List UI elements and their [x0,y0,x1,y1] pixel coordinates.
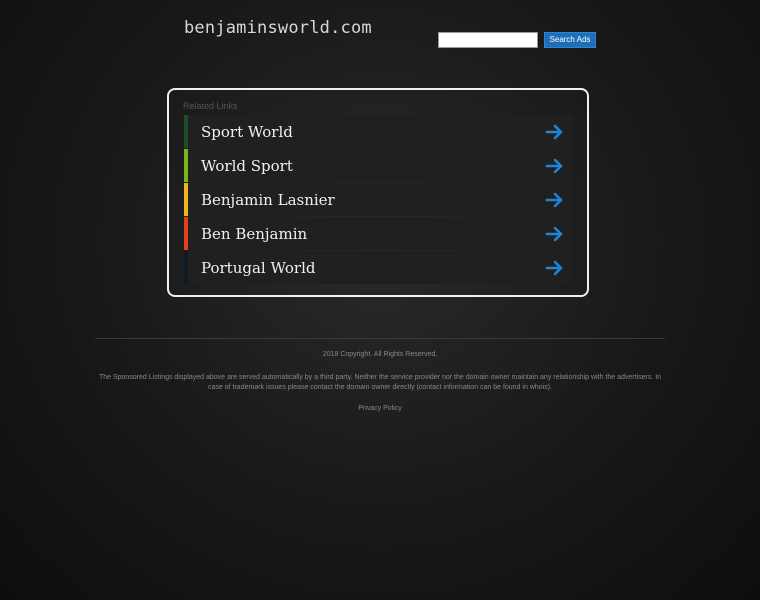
color-bar [184,217,188,250]
arrow-right-icon [545,260,563,276]
arrow-right-icon [545,124,563,140]
color-bar [184,183,188,216]
link-item-ben-benjamin[interactable]: Ben Benjamin [184,217,572,250]
link-label: Sport World [201,122,293,141]
color-bar [184,115,188,148]
domain-title: benjaminsworld.com [184,18,372,38]
link-label: Portugal World [201,258,316,277]
related-links-list: Sport World World Sport Benjamin Lasnier… [184,115,572,285]
related-links-heading: Related Links [183,101,238,111]
search-input[interactable] [438,32,538,48]
arrow-right-icon [545,226,563,242]
arrow-right-icon [545,158,563,174]
color-bar [184,149,188,182]
link-item-portugal-world[interactable]: Portugal World [184,251,572,284]
privacy-policy-link[interactable]: Privacy Policy [0,405,760,412]
link-item-sport-world[interactable]: Sport World [184,115,572,148]
search-ads-button[interactable]: Search Ads [544,32,596,48]
link-label: Ben Benjamin [201,224,308,243]
link-item-world-sport[interactable]: World Sport [184,149,572,182]
disclaimer-text: The Sponsored Listings displayed above a… [98,374,662,391]
link-item-benjamin-lasnier[interactable]: Benjamin Lasnier [184,183,572,216]
link-label: World Sport [201,156,293,175]
copyright-text: 2018 Copyright. All Rights Reserved. [322,351,438,358]
footer-divider [95,338,665,339]
link-label: Benjamin Lasnier [201,190,335,209]
color-bar [184,251,188,284]
arrow-right-icon [545,192,563,208]
